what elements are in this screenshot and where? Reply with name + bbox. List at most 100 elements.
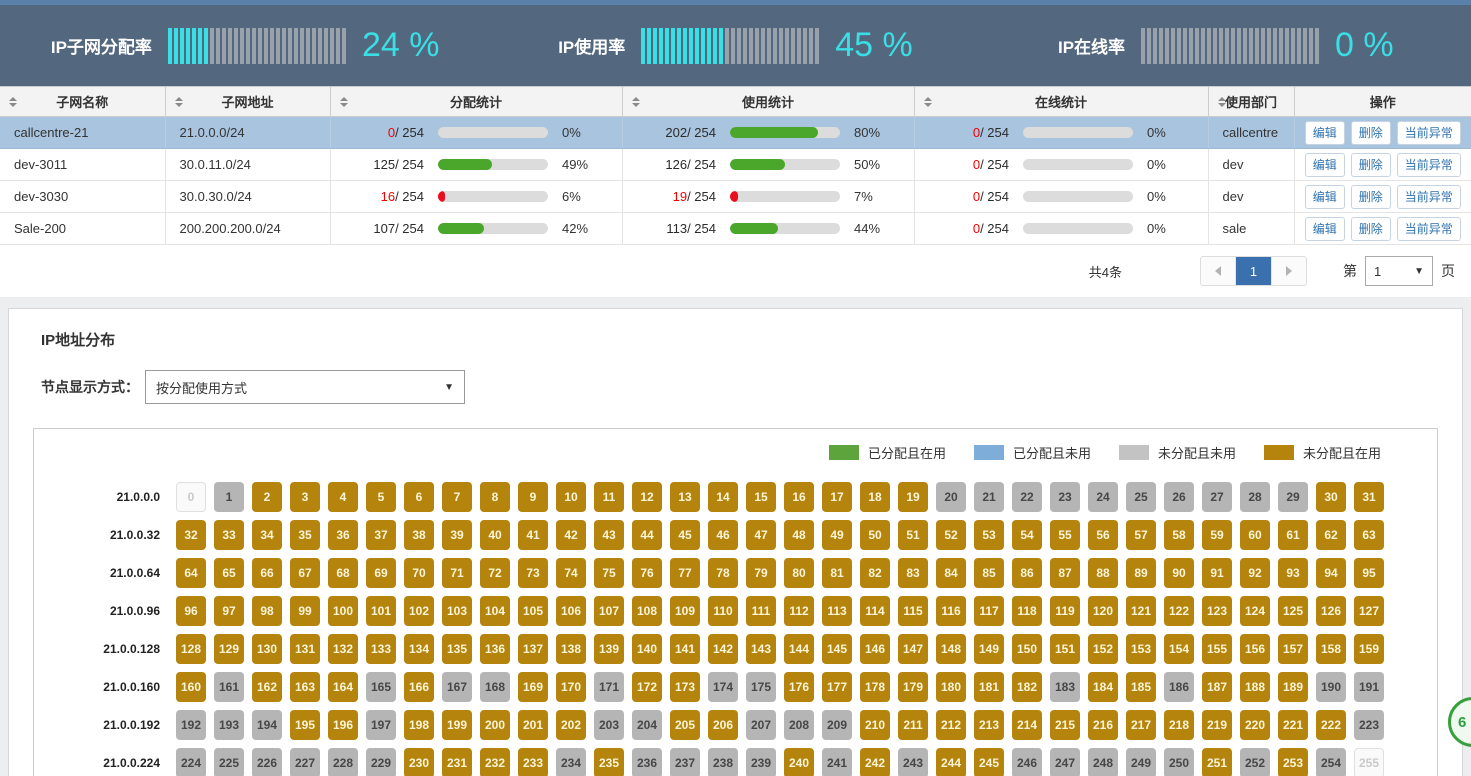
column-header-subnet-address[interactable]: 子网地址 (165, 87, 330, 117)
sort-icon[interactable] (1218, 97, 1226, 107)
ip-cell[interactable]: 201 (518, 710, 548, 740)
ip-cell[interactable]: 241 (822, 748, 852, 776)
ip-cell[interactable]: 59 (1202, 520, 1232, 550)
ip-cell[interactable]: 60 (1240, 520, 1270, 550)
ip-cell[interactable]: 227 (290, 748, 320, 776)
ip-cell[interactable]: 77 (670, 558, 700, 588)
ip-cell[interactable]: 161 (214, 672, 244, 702)
ip-cell[interactable]: 228 (328, 748, 358, 776)
ip-cell[interactable]: 243 (898, 748, 928, 776)
ip-cell[interactable]: 56 (1088, 520, 1118, 550)
ip-cell[interactable]: 18 (860, 482, 890, 512)
ip-cell[interactable]: 182 (1012, 672, 1042, 702)
ip-cell[interactable]: 116 (936, 596, 966, 626)
ip-cell[interactable]: 90 (1164, 558, 1194, 588)
ip-cell[interactable]: 255 (1354, 748, 1384, 776)
ip-cell[interactable]: 219 (1202, 710, 1232, 740)
ip-cell[interactable]: 31 (1354, 482, 1384, 512)
ip-cell[interactable]: 164 (328, 672, 358, 702)
ip-cell[interactable]: 230 (404, 748, 434, 776)
ip-cell[interactable]: 221 (1278, 710, 1308, 740)
ip-cell[interactable]: 126 (1316, 596, 1346, 626)
ip-cell[interactable]: 127 (1354, 596, 1384, 626)
ip-cell[interactable]: 73 (518, 558, 548, 588)
ip-cell[interactable]: 75 (594, 558, 624, 588)
ip-cell[interactable]: 204 (632, 710, 662, 740)
ip-cell[interactable]: 5 (366, 482, 396, 512)
ip-cell[interactable]: 237 (670, 748, 700, 776)
ip-cell[interactable]: 19 (898, 482, 928, 512)
ip-cell[interactable]: 165 (366, 672, 396, 702)
ip-cell[interactable]: 22 (1012, 482, 1042, 512)
ip-cell[interactable]: 193 (214, 710, 244, 740)
sort-icon[interactable] (340, 97, 348, 107)
delete-button[interactable]: 删除 (1351, 121, 1391, 145)
ip-cell[interactable]: 253 (1278, 748, 1308, 776)
ip-cell[interactable]: 169 (518, 672, 548, 702)
ip-cell[interactable]: 88 (1088, 558, 1118, 588)
ip-cell[interactable]: 137 (518, 634, 548, 664)
ip-cell[interactable]: 251 (1202, 748, 1232, 776)
ip-cell[interactable]: 198 (404, 710, 434, 740)
ip-cell[interactable]: 70 (404, 558, 434, 588)
ip-cell[interactable]: 32 (176, 520, 206, 550)
ip-cell[interactable]: 151 (1050, 634, 1080, 664)
ip-cell[interactable]: 102 (404, 596, 434, 626)
ip-cell[interactable]: 33 (214, 520, 244, 550)
ip-cell[interactable]: 222 (1316, 710, 1346, 740)
ip-cell[interactable]: 40 (480, 520, 510, 550)
ip-cell[interactable]: 104 (480, 596, 510, 626)
ip-cell[interactable]: 209 (822, 710, 852, 740)
ip-cell[interactable]: 162 (252, 672, 282, 702)
ip-cell[interactable]: 97 (214, 596, 244, 626)
ip-cell[interactable]: 38 (404, 520, 434, 550)
ip-cell[interactable]: 244 (936, 748, 966, 776)
ip-cell[interactable]: 202 (556, 710, 586, 740)
ip-cell[interactable]: 29 (1278, 482, 1308, 512)
ip-cell[interactable]: 207 (746, 710, 776, 740)
ip-cell[interactable]: 140 (632, 634, 662, 664)
ip-cell[interactable]: 72 (480, 558, 510, 588)
edit-button[interactable]: 编辑 (1305, 217, 1345, 241)
ip-cell[interactable]: 108 (632, 596, 662, 626)
ip-cell[interactable]: 105 (518, 596, 548, 626)
ip-cell[interactable]: 39 (442, 520, 472, 550)
ip-cell[interactable]: 170 (556, 672, 586, 702)
ip-cell[interactable]: 223 (1354, 710, 1384, 740)
ip-cell[interactable]: 48 (784, 520, 814, 550)
ip-cell[interactable]: 94 (1316, 558, 1346, 588)
ip-cell[interactable]: 129 (214, 634, 244, 664)
ip-cell[interactable]: 98 (252, 596, 282, 626)
ip-cell[interactable]: 25 (1126, 482, 1156, 512)
ip-cell[interactable]: 139 (594, 634, 624, 664)
sort-icon[interactable] (9, 97, 17, 107)
ip-cell[interactable]: 42 (556, 520, 586, 550)
ip-cell[interactable]: 181 (974, 672, 1004, 702)
ip-cell[interactable]: 123 (1202, 596, 1232, 626)
ip-cell[interactable]: 173 (670, 672, 700, 702)
ip-cell[interactable]: 191 (1354, 672, 1384, 702)
page-select[interactable]: 1 ▼ (1365, 256, 1433, 286)
ip-cell[interactable]: 71 (442, 558, 472, 588)
ip-cell[interactable]: 144 (784, 634, 814, 664)
ip-cell[interactable]: 17 (822, 482, 852, 512)
ip-cell[interactable]: 168 (480, 672, 510, 702)
ip-cell[interactable]: 113 (822, 596, 852, 626)
ip-cell[interactable]: 216 (1088, 710, 1118, 740)
ip-cell[interactable]: 142 (708, 634, 738, 664)
ip-cell[interactable]: 177 (822, 672, 852, 702)
ip-cell[interactable]: 55 (1050, 520, 1080, 550)
ip-cell[interactable]: 213 (974, 710, 1004, 740)
ip-cell[interactable]: 8 (480, 482, 510, 512)
ip-cell[interactable]: 214 (1012, 710, 1042, 740)
delete-button[interactable]: 删除 (1351, 217, 1391, 241)
ip-cell[interactable]: 166 (404, 672, 434, 702)
ip-cell[interactable]: 122 (1164, 596, 1194, 626)
ip-cell[interactable]: 254 (1316, 748, 1346, 776)
table-row[interactable]: Sale-200200.200.200.0/24107/ 25442%113/ … (0, 213, 1471, 245)
ip-cell[interactable]: 212 (936, 710, 966, 740)
ip-cell[interactable]: 187 (1202, 672, 1232, 702)
ip-cell[interactable]: 225 (214, 748, 244, 776)
ip-cell[interactable]: 58 (1164, 520, 1194, 550)
ip-cell[interactable]: 74 (556, 558, 586, 588)
